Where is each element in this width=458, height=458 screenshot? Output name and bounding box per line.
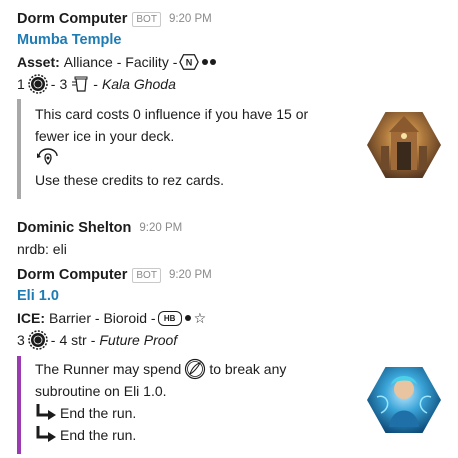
- card-attachment: This card costs 0 influence if you have …: [17, 99, 308, 199]
- timestamp[interactable]: 9:20 PM: [169, 13, 212, 25]
- subroutine-text: End the run.: [60, 427, 137, 443]
- timestamp[interactable]: 9:20 PM: [169, 269, 212, 281]
- nbn-faction-icon: N: [179, 54, 200, 71]
- recurring-credit-icon: [35, 148, 61, 168]
- bot-badge: BOT: [132, 267, 161, 283]
- stats-sep: -: [50, 332, 56, 348]
- card-attachment: The Runner may spend to break any subrou…: [17, 356, 286, 454]
- card-text-line: This card costs 0 influence if you have …: [35, 106, 309, 122]
- message-mumba-temple: Dorm Computer BOT 9:20 PM Mumba Temple A…: [17, 9, 450, 95]
- svg-text:N: N: [186, 58, 193, 68]
- subroutine-icon: [35, 425, 57, 445]
- credit-icon: [28, 74, 48, 94]
- timestamp[interactable]: 9:20 PM: [139, 222, 182, 234]
- stats-sep: -: [90, 332, 96, 348]
- sender-name[interactable]: Dorm Computer: [17, 267, 127, 283]
- card-type-text: Alliance - Facility -: [63, 54, 178, 70]
- star-icon: ☆: [193, 310, 207, 326]
- card-text-line: Use these credits to rez cards.: [35, 172, 225, 188]
- card-trash-cost: 3: [59, 76, 68, 92]
- influence-dot: [184, 315, 191, 321]
- click-icon: [184, 358, 206, 380]
- card-thumbnail-eli[interactable]: [367, 367, 441, 433]
- card-cost: 3: [17, 332, 25, 348]
- card-text-line: fewer ice in your deck.: [35, 128, 175, 144]
- hb-faction-icon: HB: [157, 310, 182, 326]
- card-title-link[interactable]: Eli 1.0: [17, 285, 450, 307]
- bot-badge: BOT: [132, 11, 161, 27]
- credit-icon: [28, 330, 48, 350]
- recurring-credit-line: [35, 147, 308, 169]
- card-cost: 1: [17, 76, 25, 92]
- card-thumbnail-mumba-temple[interactable]: [367, 112, 441, 178]
- sender-name[interactable]: Dorm Computer: [17, 11, 127, 27]
- card-strength: 4 str: [59, 332, 87, 348]
- stats-sep: -: [50, 76, 56, 92]
- card-type-text: Barrier - Bioroid -: [49, 310, 156, 326]
- card-type-prefix: Asset:: [17, 54, 60, 70]
- card-set-name: Kala Ghoda: [101, 76, 176, 92]
- card-title-link[interactable]: Mumba Temple: [17, 29, 450, 51]
- card-text: to break any: [209, 361, 287, 377]
- card-type-prefix: ICE:: [17, 310, 45, 326]
- message-dominic: Dominic Shelton 9:20 PM nrdb: eli: [17, 218, 450, 260]
- card-text: The Runner may spend: [35, 361, 182, 377]
- influence-dot: [202, 59, 209, 65]
- trash-icon: [70, 75, 90, 93]
- subroutine-text: End the run.: [60, 405, 137, 421]
- card-text-line: subroutine on Eli 1.0.: [35, 383, 167, 399]
- influence-dot: [210, 59, 217, 65]
- sender-name[interactable]: Dominic Shelton: [17, 220, 131, 236]
- message-eli: Dorm Computer BOT 9:20 PM Eli 1.0 ICE: B…: [17, 265, 450, 351]
- stats-sep: -: [93, 76, 98, 92]
- message-text: nrdb: eli: [17, 241, 67, 257]
- subroutine-icon: [35, 403, 57, 423]
- card-set-name: Future Proof: [99, 332, 178, 348]
